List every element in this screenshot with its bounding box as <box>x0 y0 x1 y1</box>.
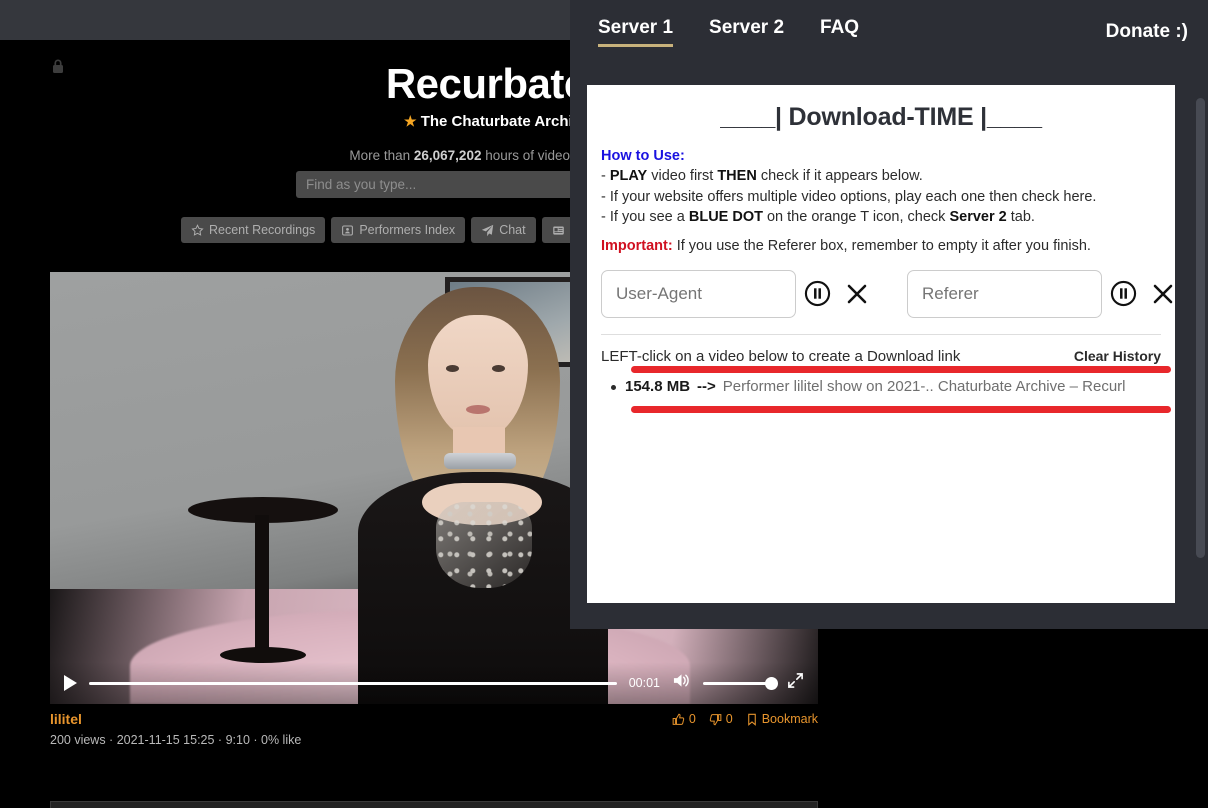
download-title: Performer lilitel show on 2021-.. Chatur… <box>722 377 1126 395</box>
donate-link[interactable]: Donate :) <box>1106 21 1188 43</box>
download-size: 154.8 MB <box>625 377 691 395</box>
like-button[interactable]: 0 <box>672 712 696 726</box>
nav-button-label: Chat <box>499 223 526 237</box>
stats-hours: 26,067,202 <box>413 148 482 163</box>
howto-line-1: - PLAY video first THEN check if it appe… <box>601 166 1161 187</box>
comments-button[interactable]: Comments <box>50 801 818 808</box>
tab-faq[interactable]: FAQ <box>820 17 859 47</box>
howto-3-bold-tail: Server 2 <box>949 209 1007 226</box>
howto-2-mid: If your website offers multiple video op… <box>609 188 1097 205</box>
nav-button-recent-recordings[interactable]: Recent Recordings <box>181 217 326 243</box>
stats-prefix: More than <box>349 148 414 163</box>
performer-eye-right <box>492 365 505 372</box>
important-text: If you use the Referer box, remember to … <box>672 237 1091 254</box>
progress-bar[interactable] <box>89 681 617 685</box>
howto-1-suffix: check if it appears below. <box>756 168 923 184</box>
fullscreen-icon[interactable] <box>787 672 804 694</box>
howto-1-b2: THEN <box>717 168 757 184</box>
header-inputs-row <box>601 269 1173 318</box>
performer-lips <box>466 405 490 414</box>
news-icon <box>552 224 565 237</box>
time-display: 00:01 <box>628 676 660 690</box>
download-list: 154.8 MB --> Performer lilitel show on 2… <box>601 365 1171 413</box>
paper-plane-icon <box>481 224 494 237</box>
video-actions: 0 0 Bookmark <box>672 712 818 726</box>
referer-pause-circle-icon[interactable] <box>1110 280 1137 307</box>
tab-server-1[interactable]: Server 1 <box>598 17 674 47</box>
performer-choker <box>444 453 516 469</box>
panel-title: ____| Download-TIME |____ <box>720 103 1042 131</box>
thumbs-up-icon <box>672 713 685 726</box>
list-item[interactable]: 154.8 MB --> Performer lilitel show on 2… <box>601 378 1161 395</box>
popup-scrollbar-thumb[interactable] <box>1196 98 1205 558</box>
star-icon: ★ <box>403 113 417 129</box>
section-divider <box>601 333 1161 335</box>
video-table-leg <box>255 515 269 655</box>
user-agent-pause-circle-icon[interactable] <box>804 280 831 307</box>
list-bullet-icon <box>611 384 616 390</box>
star-outline-icon <box>191 223 204 237</box>
volume-icon[interactable] <box>672 672 691 694</box>
video-meta-row: lilitel 0 0 Bookmark <box>50 711 818 727</box>
howto-1-mid: video first <box>647 168 718 184</box>
download-panel: ____| Download-TIME |____ How to Use: - … <box>587 85 1175 603</box>
performer-name-link[interactable]: lilitel <box>50 711 82 727</box>
howto-line-2: - If your website offers multiple video … <box>601 187 1161 208</box>
video-table-base <box>220 647 306 663</box>
tab-server-2[interactable]: Server 2 <box>709 17 784 47</box>
howto-3-suffix: on the orange T icon, check <box>762 209 950 226</box>
howto-2-prefix: - <box>601 188 610 205</box>
important-label: Important: <box>601 237 673 254</box>
performer-eye-left <box>446 365 459 372</box>
screen: Recurbate.xyz ★ The Chaturbate Archive M… <box>0 0 1208 808</box>
nav-button-label: Performers Index <box>359 223 456 237</box>
play-icon[interactable] <box>64 675 77 691</box>
clear-history-button[interactable]: Clear History <box>1074 348 1161 364</box>
howto-1-prefix: - <box>601 168 610 184</box>
user-agent-input[interactable] <box>601 269 796 318</box>
like-count: 0 <box>688 712 696 726</box>
howto-3-tail: tab. <box>1006 209 1035 226</box>
referer-input[interactable] <box>907 269 1102 318</box>
download-list-header: LEFT-click on a video below to create a … <box>601 348 1161 365</box>
player-controls: 00:01 <box>50 662 818 704</box>
extension-popup: Server 1 Server 2 FAQ Donate :) ____| Do… <box>570 0 1208 629</box>
bookmark-button[interactable]: Bookmark <box>746 712 818 726</box>
video-details: 200 views · 2021-11-15 15:25 · 9:10 · 0%… <box>50 733 302 747</box>
howto-1-b1: PLAY <box>609 168 648 184</box>
nav-button-label: Recent Recordings <box>209 223 316 237</box>
annotation-bar-bottom <box>631 405 1171 413</box>
user-agent-clear-icon[interactable] <box>845 282 869 306</box>
download-arrow: --> <box>697 377 716 395</box>
thumbs-down-icon <box>709 713 722 726</box>
bookmark-label: Bookmark <box>761 712 818 726</box>
dislike-button[interactable]: 0 <box>709 712 733 726</box>
performer-lace <box>436 502 532 588</box>
referer-clear-icon[interactable] <box>1151 282 1175 306</box>
howto-heading: How to Use: <box>601 148 685 164</box>
dislike-count: 0 <box>725 712 733 726</box>
list-instruction: LEFT-click on a video below to create a … <box>601 347 961 365</box>
popup-tab-bar: Server 1 Server 2 FAQ Donate :) <box>570 0 1208 64</box>
nav-button-chat[interactable]: Chat <box>471 217 536 243</box>
howto-line-3: - If you see a BLUE DOT on the orange T … <box>601 207 1161 228</box>
bookmark-icon <box>746 713 758 726</box>
volume-slider[interactable] <box>703 676 778 690</box>
volume-knob[interactable] <box>765 676 778 690</box>
annotation-bar-top <box>631 365 1171 373</box>
important-note: Important: If you use the Referer box, r… <box>601 238 1161 254</box>
nav-buttons: Recent Recordings Performers Index Chat … <box>181 217 605 243</box>
howto-3-mid: If you see a <box>609 209 689 226</box>
id-card-icon <box>341 224 354 237</box>
howto-3-prefix: - <box>601 209 610 226</box>
howto-3-b2: BLUE DOT <box>688 209 763 226</box>
popup-scrollbar-track[interactable] <box>1193 43 1208 629</box>
nav-button-performers-index[interactable]: Performers Index <box>331 217 466 243</box>
